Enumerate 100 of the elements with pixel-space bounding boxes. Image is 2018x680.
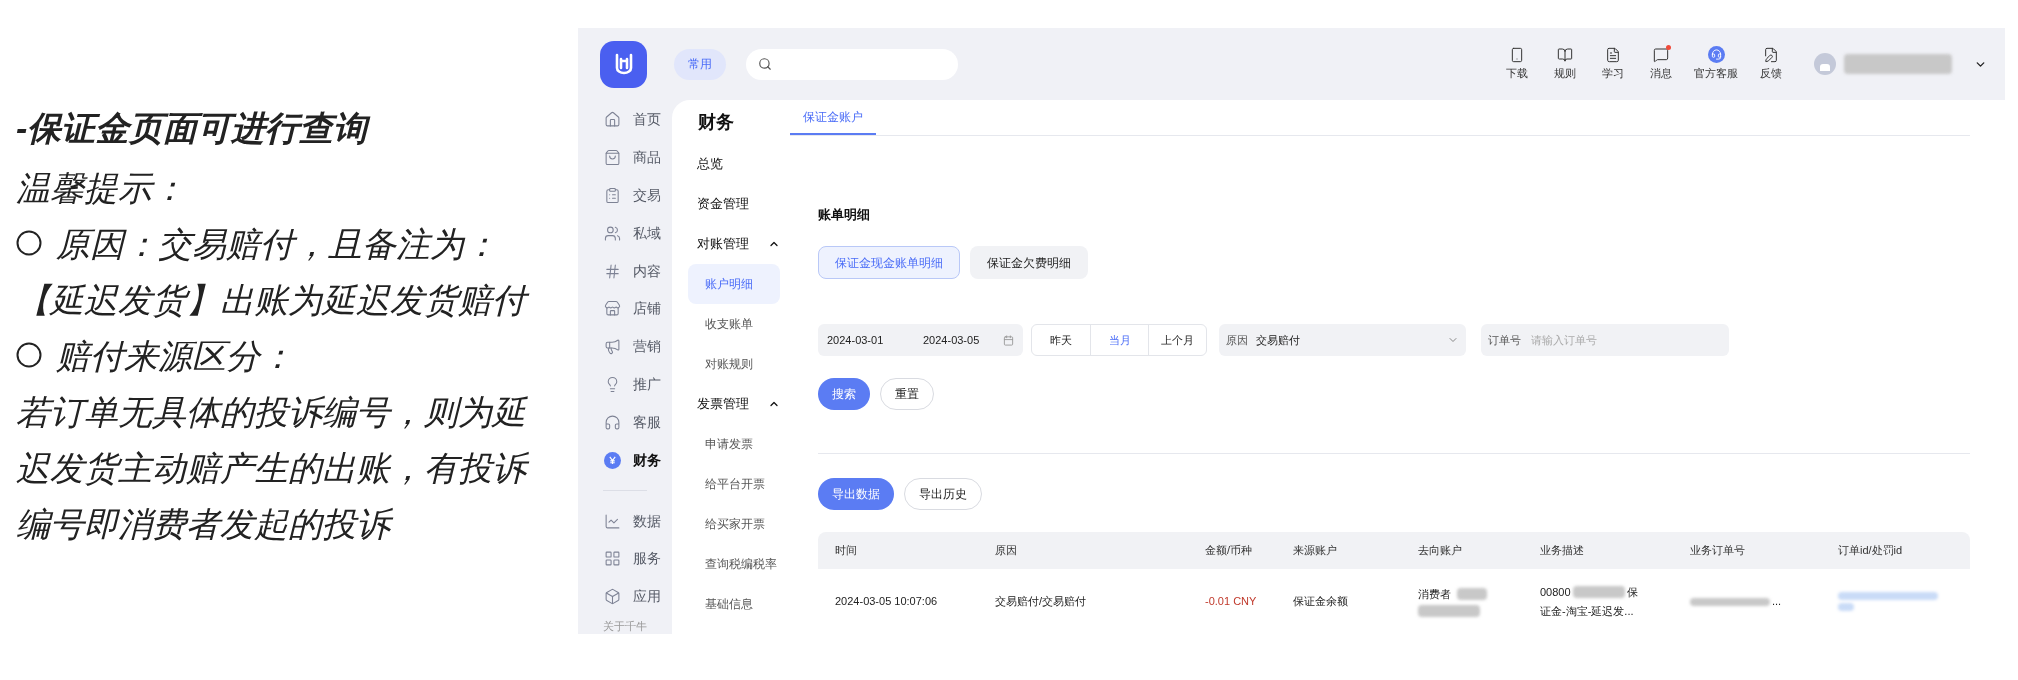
megaphone-icon bbox=[604, 338, 621, 356]
subnav-group[interactable]: 发票管理 bbox=[688, 384, 780, 424]
reason-select[interactable]: 原因 交易赔付 bbox=[1219, 324, 1466, 356]
toolbar-button[interactable]: 反馈 bbox=[1756, 46, 1786, 82]
avatar-icon bbox=[1814, 53, 1836, 75]
redacted-block bbox=[1418, 605, 1480, 618]
headset-icon bbox=[1707, 46, 1725, 64]
store-icon bbox=[604, 300, 621, 318]
action-button[interactable]: 导出数据 bbox=[818, 478, 894, 510]
table-cell-text: 消费者 bbox=[1418, 586, 1451, 602]
subnav-group[interactable]: 对账管理 bbox=[688, 224, 780, 264]
sidebar-item[interactable]: 首页 bbox=[578, 101, 672, 139]
section-title: 账单明细 bbox=[818, 206, 871, 225]
sidebar-item[interactable]: 营销 bbox=[578, 327, 672, 366]
column-header: 来源账户 bbox=[1293, 543, 1338, 559]
headphones-icon bbox=[604, 413, 621, 431]
table-cell-text: ... bbox=[1772, 594, 1782, 610]
column-header: 去向账户 bbox=[1418, 543, 1463, 559]
sidebar-item[interactable]: 内容 bbox=[578, 252, 672, 291]
circle-bullet-icon bbox=[16, 230, 42, 256]
sidebar-item[interactable]: 客服 bbox=[578, 403, 672, 442]
order-number-input[interactable]: 请输入订单号 bbox=[1531, 331, 1722, 349]
toolbar-button[interactable]: 学习 bbox=[1598, 46, 1628, 82]
sidebar-item[interactable]: 应用 bbox=[578, 577, 672, 616]
field-label: 订单号 bbox=[1488, 332, 1521, 348]
table-cell-text: -0.01 CNY bbox=[1205, 594, 1258, 610]
sidebar-item[interactable]: 店铺 bbox=[578, 290, 672, 328]
redacted-block bbox=[1838, 603, 1854, 611]
sidebar-item[interactable]: 财务 bbox=[578, 441, 672, 480]
table-cell-text: 交易赔付/交易赔付 bbox=[995, 594, 1088, 610]
toolbar-button[interactable]: 官方客服 bbox=[1694, 46, 1738, 82]
grid-icon bbox=[604, 550, 621, 568]
search-field[interactable] bbox=[746, 48, 958, 80]
toolbar-button[interactable]: 消息 bbox=[1646, 46, 1676, 82]
pinned-button[interactable]: 常用 bbox=[674, 48, 726, 80]
subnav-item[interactable]: 给买家开票 bbox=[688, 504, 780, 544]
sidebar-item[interactable]: 商品 bbox=[578, 138, 672, 177]
column-header: 业务订单号 bbox=[1690, 543, 1746, 559]
yuan-icon bbox=[604, 451, 621, 469]
column-header: 金额/币种 bbox=[1205, 543, 1254, 559]
subnav-item[interactable]: 查询税编税率 bbox=[688, 544, 780, 584]
redacted-block bbox=[1457, 588, 1487, 600]
tab[interactable]: 保证金账户 bbox=[790, 100, 876, 135]
subnav-item[interactable]: 对账规则 bbox=[688, 344, 780, 384]
table-cell-text: 00800 bbox=[1540, 584, 1571, 600]
action-button[interactable]: 搜索 bbox=[818, 378, 870, 410]
table-cell-text: 保证金余额 bbox=[1293, 594, 1349, 610]
subnav-item[interactable]: 给平台开票 bbox=[688, 464, 780, 504]
message-icon bbox=[1653, 46, 1669, 63]
column-header: 订单id/处罚id bbox=[1838, 543, 1904, 559]
book-icon bbox=[1557, 46, 1573, 63]
chart-icon bbox=[604, 512, 621, 530]
bag-icon bbox=[604, 149, 621, 167]
app-logo[interactable] bbox=[600, 40, 647, 88]
action-button[interactable]: 重置 bbox=[880, 378, 934, 410]
sidebar-item[interactable]: 私域 bbox=[578, 214, 672, 253]
subnav-item[interactable]: 基础信息 bbox=[688, 584, 780, 624]
sidebar-item[interactable]: 服务 bbox=[578, 539, 672, 578]
action-button[interactable]: 导出历史 bbox=[904, 478, 982, 510]
search-icon bbox=[758, 57, 772, 71]
date-range-option[interactable]: 昨天 bbox=[1032, 325, 1090, 355]
note-text: 若订单无具体的投诉编号，则为延迟发货主动赔产生的出账，有投诉编号即消费者发起的投诉 bbox=[16, 384, 551, 552]
toolbar-button[interactable]: 规则 bbox=[1550, 46, 1580, 82]
subnav-item[interactable]: 账户明细 bbox=[688, 264, 780, 304]
users-icon bbox=[604, 224, 621, 242]
subnav-item[interactable]: 收支账单 bbox=[688, 304, 780, 344]
sidebar-item[interactable]: 交易 bbox=[578, 176, 672, 215]
feedback-icon bbox=[1763, 46, 1779, 63]
order-number-field[interactable]: 订单号 请输入订单号 bbox=[1481, 324, 1729, 356]
calendar-icon bbox=[1003, 334, 1014, 346]
note-title: -保证金页面可进行查询 bbox=[16, 102, 578, 154]
toolbar-button[interactable]: 下载 bbox=[1502, 46, 1532, 82]
subnav-item[interactable]: 申请发票 bbox=[688, 424, 780, 464]
note-text: 温馨提示： bbox=[16, 168, 186, 209]
sidebar-item[interactable]: 推广 bbox=[578, 365, 672, 404]
home-icon bbox=[604, 111, 621, 129]
column-header: 业务描述 bbox=[1540, 543, 1585, 559]
column-header: 原因 bbox=[995, 543, 1018, 559]
note-text: 原因：交易赔付，且备注为： bbox=[56, 224, 498, 265]
table-cell-text: 保 bbox=[1626, 584, 1638, 600]
note-text: 赔付来源区分： bbox=[56, 336, 294, 377]
subtab[interactable]: 保证金现金账单明细 bbox=[818, 246, 960, 279]
circle-bullet-icon bbox=[16, 342, 42, 368]
table-cell-text: 2024-03-05 10:07:06 bbox=[835, 594, 939, 610]
column-header: 时间 bbox=[835, 543, 858, 559]
document-icon bbox=[1605, 46, 1621, 63]
date-range-option[interactable]: 上个月 bbox=[1148, 325, 1206, 355]
phone-icon bbox=[1509, 46, 1525, 63]
subtab[interactable]: 保证金欠费明细 bbox=[970, 246, 1088, 279]
date-range-option[interactable]: 当月 bbox=[1090, 325, 1148, 355]
redacted-block bbox=[1572, 585, 1625, 598]
subnav-item[interactable]: 总览 bbox=[688, 144, 780, 184]
subnav-title: 财务 bbox=[697, 110, 735, 134]
clipboard-icon bbox=[604, 187, 621, 205]
hash-icon bbox=[604, 262, 621, 280]
date-range-field[interactable]: 2024-03-01 2024-03-05 bbox=[818, 324, 1023, 356]
table-cell-text: 证金-淘宝-延迟发... bbox=[1540, 604, 1635, 619]
cube-icon bbox=[604, 588, 621, 606]
sidebar-item[interactable]: 数据 bbox=[578, 502, 672, 540]
subnav-item[interactable]: 资金管理 bbox=[688, 184, 780, 224]
